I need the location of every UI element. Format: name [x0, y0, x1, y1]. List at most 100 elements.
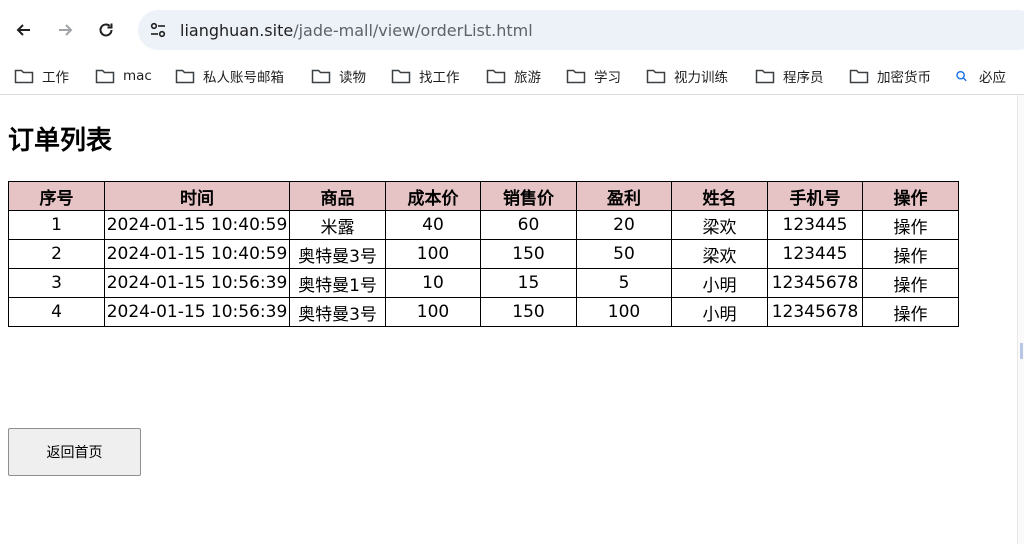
folder-icon	[14, 69, 34, 84]
address-bar[interactable]: lianghuan.site/jade-mall/view/orderList.…	[138, 10, 1024, 50]
page-title: 订单列表	[8, 126, 113, 156]
folder-icon	[849, 69, 869, 84]
cell-index: 1	[8, 210, 105, 240]
cell-action[interactable]: 操作	[862, 210, 959, 240]
cell-phone: 12345678	[767, 297, 863, 327]
cell-profit: 50	[576, 239, 672, 269]
bookmark-job-search[interactable]: 找工作	[391, 62, 460, 90]
cell-cost: 100	[385, 297, 481, 327]
cell-phone: 123445	[767, 239, 863, 269]
bookmark-vision-training[interactable]: 视力训练	[646, 62, 728, 90]
cell-index: 3	[8, 268, 105, 298]
cell-phone: 12345678	[767, 268, 863, 298]
bookmark-private-accounts[interactable]: 私人账号邮箱	[175, 62, 284, 90]
cell-cost: 10	[385, 268, 481, 298]
folder-icon	[646, 69, 666, 84]
site-info-button[interactable]	[144, 16, 172, 44]
folder-icon	[311, 69, 331, 84]
cell-time: 2024-01-15 10:56:39	[104, 268, 290, 298]
header-price: 销售价	[480, 181, 577, 211]
folder-icon	[755, 69, 775, 84]
header-action: 操作	[862, 181, 959, 211]
bookmark-mac[interactable]: mac	[95, 62, 152, 90]
cell-time: 2024-01-15 10:40:59	[104, 210, 290, 240]
cell-index: 2	[8, 239, 105, 269]
bookmark-label: 找工作	[419, 70, 460, 86]
back-nav-button[interactable]	[8, 14, 40, 46]
cell-product: 奥特曼3号	[289, 297, 386, 327]
scroll-indicator	[1020, 343, 1023, 359]
bookmark-work[interactable]: 工作	[14, 62, 69, 90]
search-icon	[956, 70, 967, 82]
bookmark-label: 加密货币	[877, 70, 931, 86]
header-product: 商品	[289, 181, 386, 211]
arrow-left-icon	[16, 24, 30, 36]
cell-action[interactable]: 操作	[862, 268, 959, 298]
table-row: 2 2024-01-15 10:40:59 奥特曼3号 100 150 50 梁…	[8, 239, 959, 269]
cell-profit: 100	[576, 297, 672, 327]
cell-index: 4	[8, 297, 105, 327]
cell-product: 奥特曼3号	[289, 239, 386, 269]
folder-icon	[95, 69, 115, 84]
cell-name: 梁欢	[671, 239, 768, 269]
table-row: 3 2024-01-15 10:56:39 奥特曼1号 10 15 5 小明 1…	[8, 268, 959, 298]
reload-button[interactable]	[90, 14, 122, 46]
bookmark-label: 必应	[979, 70, 1006, 86]
url-path: /jade-mall/view/orderList.html	[293, 20, 533, 40]
cell-name: 小明	[671, 297, 768, 327]
cell-action[interactable]: 操作	[862, 239, 959, 269]
cell-price: 60	[480, 210, 577, 240]
arrow-right-icon	[59, 24, 73, 36]
order-table: 序号 时间 商品 成本价 销售价 盈利 姓名 手机号 操作 1 2024-01-…	[8, 181, 959, 327]
cell-action[interactable]: 操作	[862, 297, 959, 327]
cell-profit: 20	[576, 210, 672, 240]
scrollbar[interactable]	[1017, 95, 1024, 544]
header-time: 时间	[104, 181, 290, 211]
bookmarks-bar: 工作 mac 私人账号邮箱 读物 找工作 旅游 学习 视力训练 程序员 加密货币…	[0, 58, 1024, 95]
bookmark-label: 学习	[594, 70, 621, 86]
url-host: lianghuan.site	[180, 20, 294, 40]
back-home-button[interactable]: 返回首页	[8, 428, 141, 476]
cell-name: 小明	[671, 268, 768, 298]
cell-cost: 100	[385, 239, 481, 269]
bookmark-programmer[interactable]: 程序员	[755, 62, 824, 90]
bookmark-travel[interactable]: 旅游	[486, 62, 541, 90]
bookmark-label: 读物	[339, 70, 366, 86]
cell-profit: 5	[576, 268, 672, 298]
folder-icon	[566, 69, 586, 84]
header-index: 序号	[8, 181, 105, 211]
bookmark-bing[interactable]: 必应	[955, 62, 1006, 90]
cell-phone: 123445	[767, 210, 863, 240]
bookmark-label: mac	[123, 68, 152, 84]
cell-price: 150	[480, 297, 577, 327]
folder-icon	[486, 69, 506, 84]
browser-toolbar: lianghuan.site/jade-mall/view/orderList.…	[0, 0, 1024, 58]
header-phone: 手机号	[767, 181, 863, 211]
bookmark-crypto[interactable]: 加密货币	[849, 62, 931, 90]
bookmark-label: 视力训练	[674, 70, 728, 86]
table-row: 1 2024-01-15 10:40:59 米露 40 60 20 梁欢 123…	[8, 210, 959, 240]
header-profit: 盈利	[576, 181, 672, 211]
cell-product: 米露	[289, 210, 386, 240]
cell-cost: 40	[385, 210, 481, 240]
bookmark-reading[interactable]: 读物	[311, 62, 366, 90]
bookmark-label: 工作	[42, 70, 69, 86]
cell-price: 15	[480, 268, 577, 298]
tune-icon	[150, 22, 166, 38]
bookmark-label: 私人账号邮箱	[203, 70, 284, 86]
header-name: 姓名	[671, 181, 768, 211]
reload-icon	[99, 23, 113, 37]
bookmark-study[interactable]: 学习	[566, 62, 621, 90]
table-header-row: 序号 时间 商品 成本价 销售价 盈利 姓名 手机号 操作	[8, 181, 959, 211]
folder-icon	[391, 69, 411, 84]
table-row: 4 2024-01-15 10:56:39 奥特曼3号 100 150 100 …	[8, 297, 959, 327]
cell-time: 2024-01-15 10:40:59	[104, 239, 290, 269]
folder-icon	[175, 69, 195, 84]
cell-name: 梁欢	[671, 210, 768, 240]
cell-time: 2024-01-15 10:56:39	[104, 297, 290, 327]
url-text: lianghuan.site/jade-mall/view/orderList.…	[180, 21, 533, 40]
forward-nav-button[interactable]	[49, 14, 81, 46]
cell-product: 奥特曼1号	[289, 268, 386, 298]
bookmark-label: 旅游	[514, 70, 541, 86]
bookmark-label: 程序员	[783, 70, 824, 86]
